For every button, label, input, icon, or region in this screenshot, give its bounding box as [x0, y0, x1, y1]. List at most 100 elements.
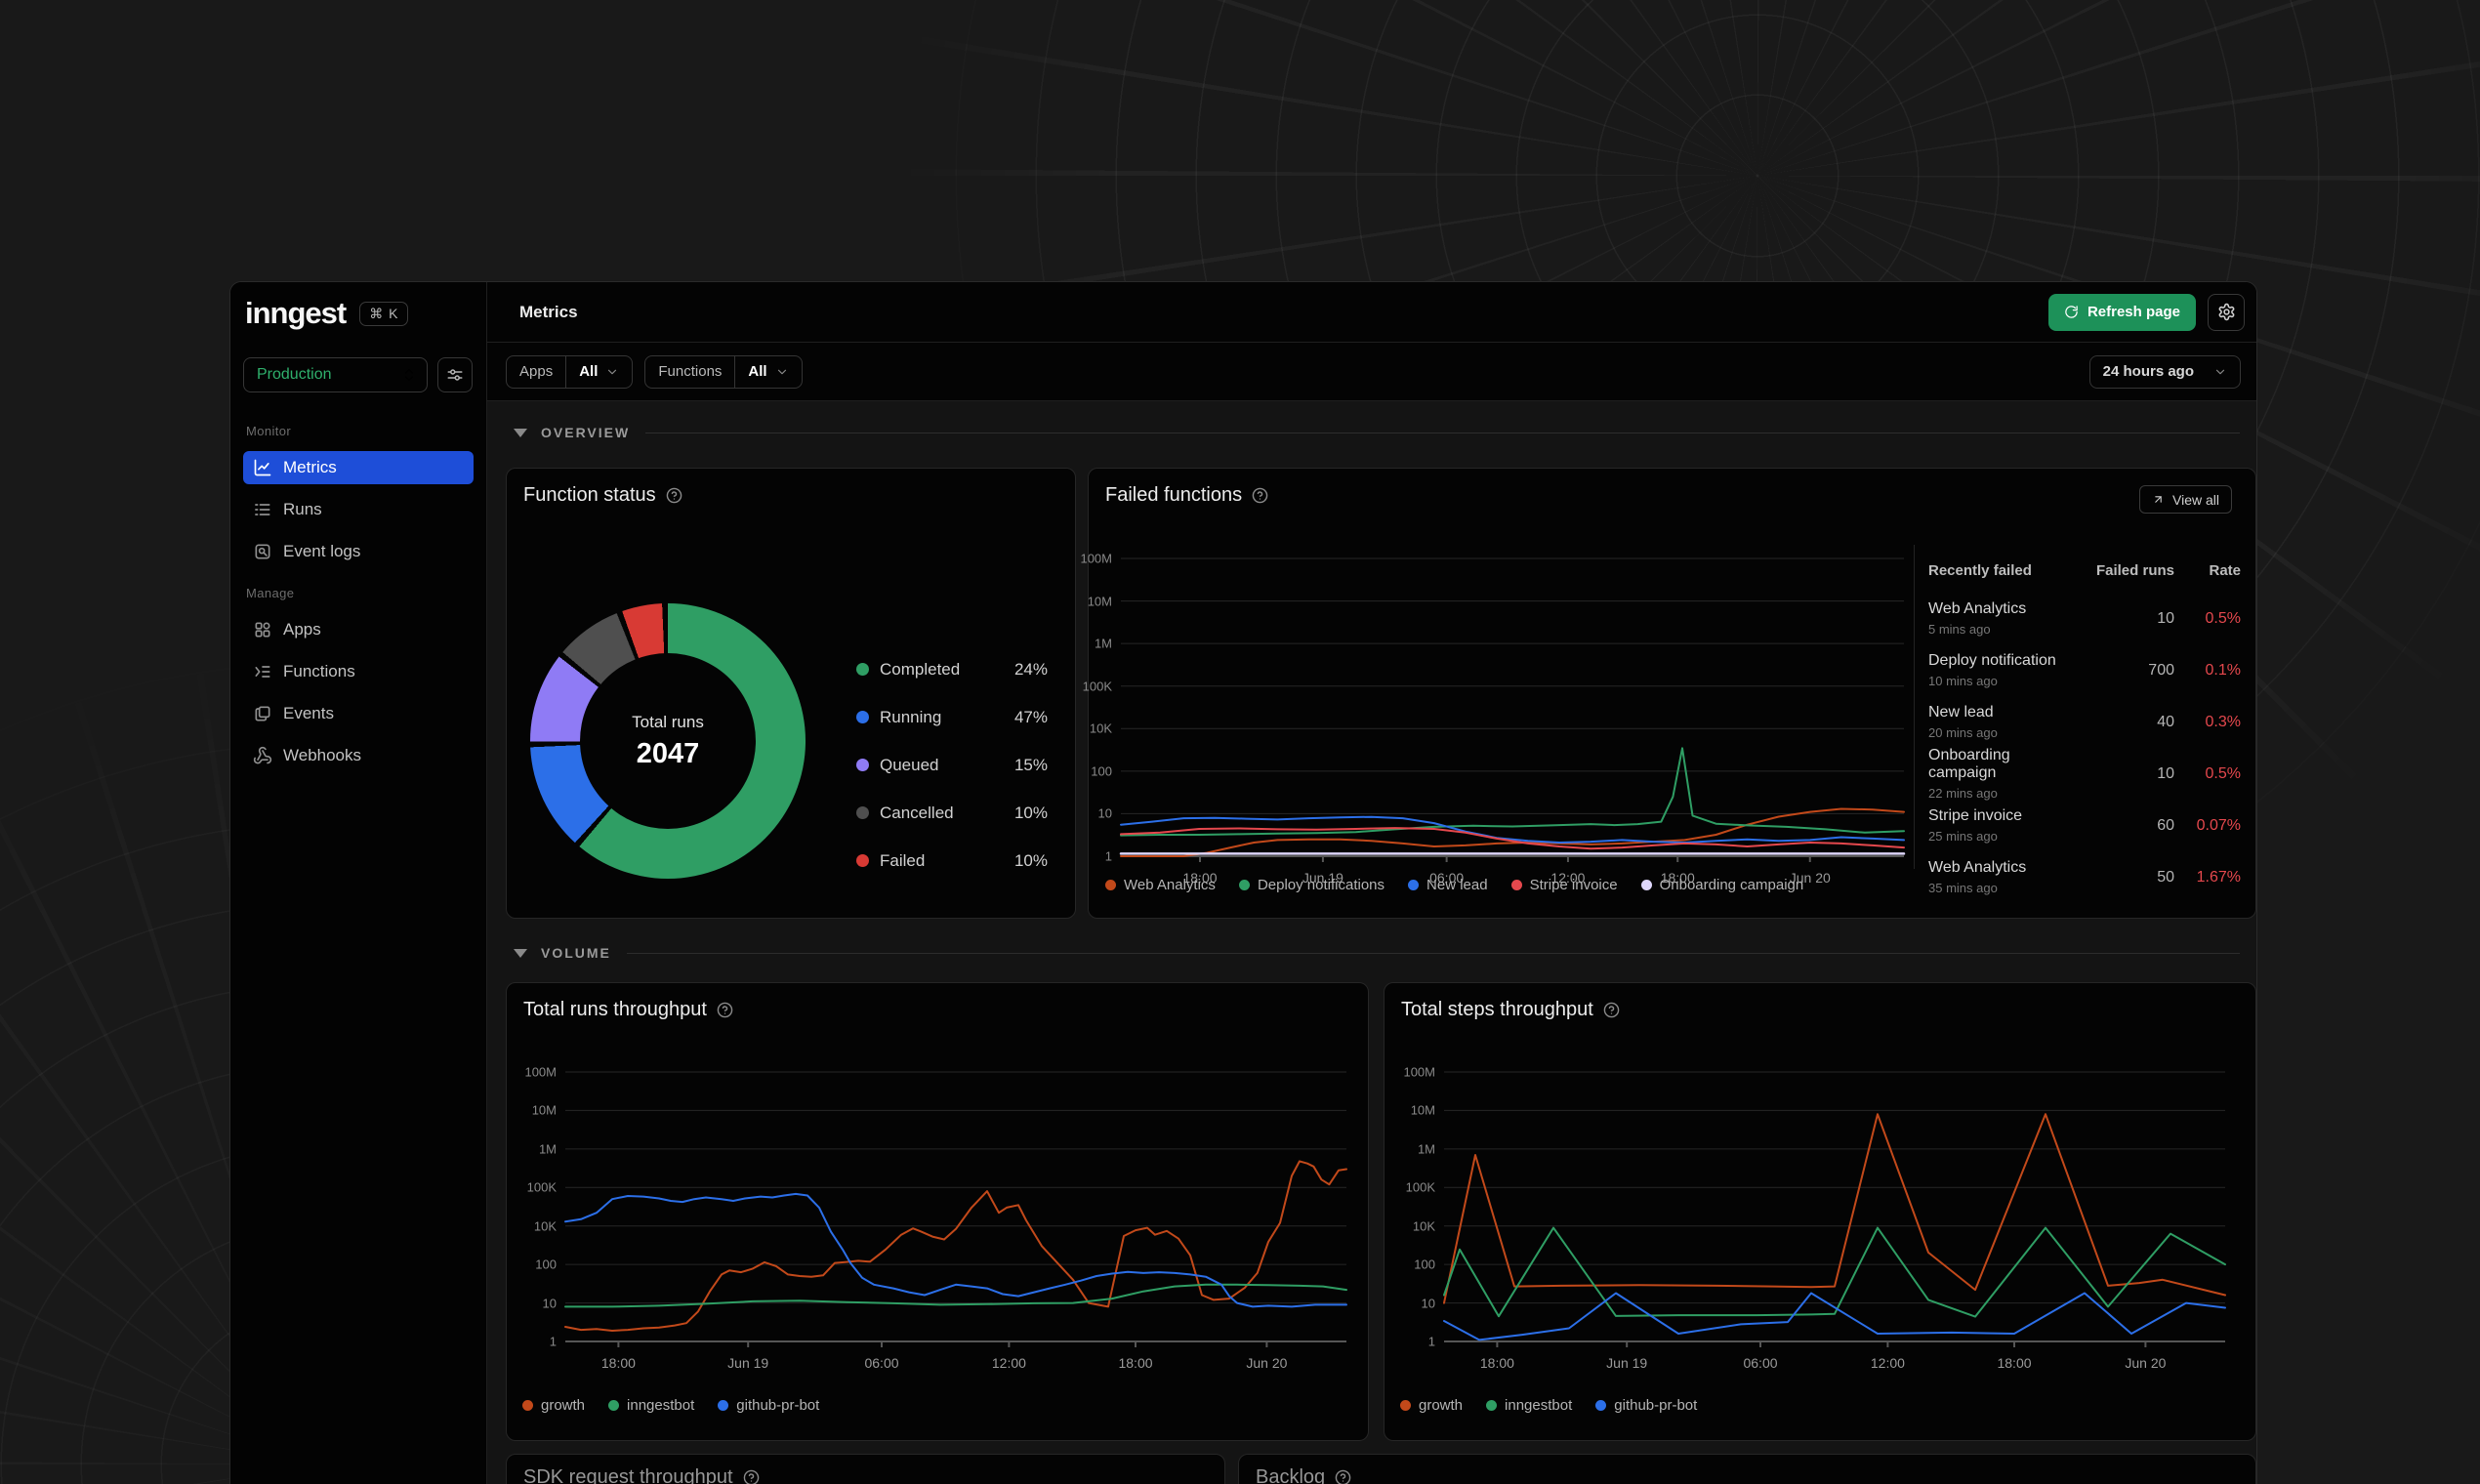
collapse-triangle-icon: [514, 948, 527, 958]
sidebar-item-events[interactable]: Events: [243, 697, 474, 730]
function-name: Onboarding campaign: [1928, 747, 2010, 781]
sidebar-item-label: Metrics: [283, 458, 337, 476]
series-line-github-pr-bot: [1443, 1292, 2226, 1341]
nav-section-label-monitor: Monitor: [246, 424, 292, 438]
sidebar-item-metrics[interactable]: Metrics: [243, 451, 474, 484]
legend-dot: [1238, 880, 1250, 890]
failed-function-row[interactable]: Deploy notification 10 mins ago 700 0.1%: [1928, 644, 2241, 696]
volume-section-header[interactable]: VOLUME: [514, 939, 2240, 967]
total-steps-throughput-chart: 100M 10M 1M 100K 10K 100 10 1 18:00 Jun 19 06:00 12…: [1403, 1065, 2226, 1371]
main-area: Metrics Refresh page Apps All Functions …: [487, 282, 2256, 1484]
webhooks-icon: [253, 746, 272, 765]
chevron-down-icon: [2213, 365, 2227, 379]
legend-label: Deploy notifications: [1257, 877, 1385, 893]
help-icon[interactable]: [666, 487, 682, 504]
help-icon[interactable]: [1252, 487, 1268, 504]
total-runs-value: 2047: [636, 737, 700, 769]
help-icon[interactable]: [1335, 1469, 1351, 1484]
failed-table-header: Recently failed Failed runs Rate: [1928, 562, 2241, 579]
y-tick-label: 10M: [531, 1102, 557, 1118]
failure-rate: 1.67%: [2196, 868, 2241, 886]
total-runs-label: Total runs: [632, 712, 704, 731]
sidebar-item-webhooks[interactable]: Webhooks: [243, 739, 474, 772]
legend-label: github-pr-bot: [736, 1397, 820, 1414]
x-tick-label: 06:00: [864, 1355, 899, 1371]
failed-functions-card: Failed functions View all 100M 10M 1M 100K 1…: [1080, 468, 2256, 919]
view-all-button[interactable]: View all: [2139, 485, 2232, 514]
help-icon[interactable]: [717, 1002, 733, 1018]
command-k-shortcut[interactable]: ⌘ K: [359, 301, 409, 326]
apps-filter[interactable]: Apps All: [506, 354, 634, 389]
chart-legend-item: growth: [1400, 1397, 1463, 1414]
failed-runs-count: 10: [2157, 764, 2174, 782]
function-name: New lead: [1928, 704, 1994, 721]
y-tick-label: 100M: [1403, 1064, 1435, 1080]
failed-table-rows: Web Analytics 5 mins ago 10 0.5% Deploy noti…: [1928, 593, 2241, 903]
y-tick-label: 100K: [1405, 1179, 1435, 1195]
sidebar-item-runs[interactable]: Runs: [243, 493, 474, 526]
sidebar-item-event-logs[interactable]: Event logs: [243, 535, 474, 568]
backlog-card: Backlog: [1238, 1454, 2256, 1484]
sidebar-item-label: Apps: [283, 620, 321, 639]
y-tick-label: 1M: [538, 1141, 557, 1157]
donut-center: Total runs 2047: [580, 653, 756, 829]
environment-filter-button[interactable]: [437, 357, 473, 392]
environment-value: Production: [257, 366, 332, 383]
environment-selector[interactable]: Production: [243, 357, 428, 392]
failed-runs-count: 40: [2157, 713, 2174, 730]
column-recently-failed: Recently failed: [1928, 562, 2032, 579]
x-tick-label: 18:00: [600, 1355, 636, 1371]
environment-row: Production: [243, 357, 473, 392]
y-tick-label: 100: [535, 1257, 557, 1272]
failed-function-row[interactable]: Web Analytics 35 mins ago 50 1.67%: [1928, 851, 2241, 903]
y-tick-label: 100: [1091, 763, 1112, 779]
series-line-new-lead: [1120, 815, 1905, 844]
help-icon[interactable]: [1603, 1002, 1620, 1018]
function-name: Web Analytics: [1928, 600, 2027, 617]
chart-legend-item: growth: [522, 1397, 585, 1414]
functions-filter[interactable]: Functions All: [644, 354, 803, 389]
sidebar: inngest ⌘ K Production Monitor Metrics Run…: [230, 282, 487, 1484]
y-tick-label: 10: [1421, 1296, 1435, 1311]
total-steps-throughput-title: Total steps throughput: [1401, 999, 1593, 1020]
series-line-growth: [1443, 1113, 2226, 1304]
sliders-icon: [446, 366, 464, 384]
inngest-logo: inngest: [245, 296, 347, 330]
failure-rate: 0.3%: [2205, 713, 2241, 730]
failed-functions-chart-legend: Web Analytics Deploy notifications New lea…: [1105, 877, 1803, 893]
logo-row: inngest ⌘ K: [245, 296, 409, 331]
legend-label: New lead: [1426, 877, 1488, 893]
failed-function-row[interactable]: Onboarding campaign 22 mins ago 10 0.5%: [1928, 747, 2241, 801]
runs-icon: [253, 500, 272, 519]
refresh-page-button[interactable]: Refresh page: [2047, 293, 2196, 331]
legend-label: Cancelled: [880, 803, 954, 822]
time-range-selector[interactable]: 24 hours ago: [2088, 354, 2241, 389]
x-tick-label: 18:00: [1997, 1355, 2032, 1371]
y-tick-label: 10M: [1087, 594, 1112, 609]
column-rate: Rate: [2209, 562, 2241, 579]
series-line-deploy-notifications: [1120, 747, 1905, 837]
y-tick-label: 10K: [1412, 1218, 1435, 1234]
total-runs-throughput-card: Total runs throughput 100M 10M 1M 100K 10K 10…: [506, 982, 1369, 1441]
sidebar-item-apps[interactable]: Apps: [243, 613, 474, 646]
legend-dot: [1510, 880, 1522, 890]
functions-icon: [253, 662, 272, 681]
settings-button[interactable]: [2208, 293, 2245, 331]
failed-function-row[interactable]: New lead 20 mins ago 40 0.3%: [1928, 696, 2241, 748]
y-tick-label: 10: [1097, 805, 1112, 821]
legend-label: Web Analytics: [1124, 877, 1216, 893]
page-title: Metrics: [519, 302, 578, 321]
function-name: Deploy notification: [1928, 652, 2056, 669]
y-tick-label: 1: [549, 1334, 557, 1349]
failed-function-row[interactable]: Stripe invoice 25 mins ago 60 0.07%: [1928, 800, 2241, 851]
sidebar-item-functions[interactable]: Functions: [243, 655, 474, 688]
overview-section-header[interactable]: OVERVIEW: [514, 419, 2240, 446]
help-icon[interactable]: [743, 1469, 760, 1484]
failed-function-row[interactable]: Web Analytics 5 mins ago 10 0.5%: [1928, 593, 2241, 644]
legend-dot: [856, 854, 869, 867]
app-window: inngest ⌘ K Production Monitor Metrics Run…: [229, 281, 2257, 1484]
x-tick-label: Jun 19: [727, 1355, 769, 1371]
sidebar-item-label: Event logs: [283, 542, 361, 560]
chart-legend-item: Onboarding campaign: [1640, 877, 1803, 893]
x-tick-label: Jun 20: [1246, 1355, 1288, 1371]
